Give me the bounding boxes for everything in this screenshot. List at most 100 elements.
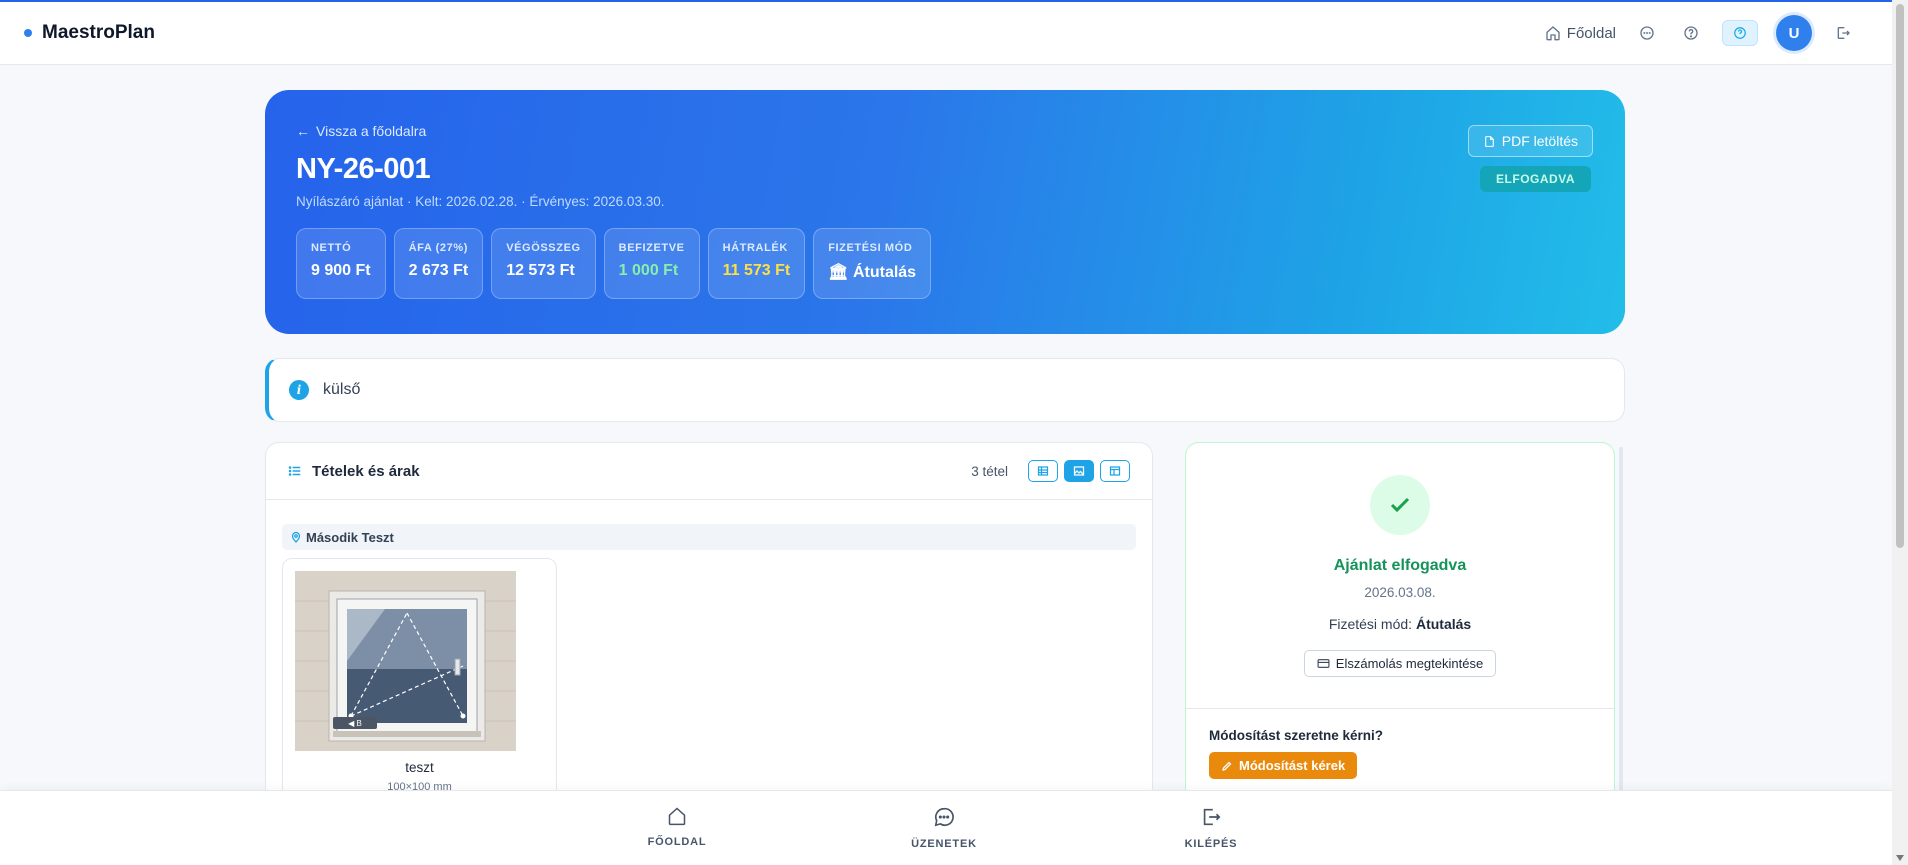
items-title-label: Tételek és árak bbox=[312, 462, 420, 480]
page-scrollbar[interactable] bbox=[1892, 0, 1908, 865]
window-tag: ◀ B bbox=[348, 719, 362, 728]
stat-label: NETTÓ bbox=[311, 242, 352, 254]
bottom-nav-home[interactable]: FŐOLDAL bbox=[617, 806, 737, 848]
items-title: Tételek és árak bbox=[288, 463, 420, 480]
stat-total: VÉGÖSSZEG 12 573 Ft bbox=[491, 228, 596, 299]
stat-balance: HÁTRALÉK 11 573 Ft bbox=[707, 228, 806, 299]
chat-icon bbox=[934, 807, 954, 827]
stat-label: FIZETÉSI MÓD bbox=[828, 242, 913, 254]
nav-home-link[interactable]: Főoldal bbox=[1545, 25, 1616, 42]
stat-value: 🏛 Átutalás bbox=[828, 262, 916, 282]
back-link[interactable]: ← Vissza a főoldalra bbox=[296, 123, 1594, 139]
status-badge: ELFOGADVA bbox=[1480, 166, 1591, 192]
stat-value: 9 900 Ft bbox=[311, 262, 371, 279]
stat-label: BEFIZETVE bbox=[618, 242, 685, 254]
messages-button[interactable] bbox=[1634, 20, 1660, 46]
brand-dot-icon bbox=[24, 29, 32, 37]
pencil-icon bbox=[1222, 761, 1232, 771]
table-icon bbox=[1037, 466, 1049, 476]
view-toggles bbox=[1028, 460, 1130, 482]
items-count: 3 tétel bbox=[971, 463, 1008, 479]
map-pin-icon bbox=[291, 531, 301, 543]
file-pdf-icon bbox=[1484, 135, 1494, 147]
bottom-nav-home-label: FŐOLDAL bbox=[647, 836, 707, 848]
chat-icon bbox=[1640, 26, 1654, 40]
acceptance-summary: Ajánlat elfogadva 2026.03.08. Fizetési m… bbox=[1186, 443, 1614, 709]
product-card[interactable]: ◀ B teszt 100×100 mm bbox=[282, 558, 557, 801]
brand-name: MaestroPlan bbox=[42, 22, 155, 43]
stat-payment-method: FIZETÉSI MÓD 🏛 Átutalás bbox=[813, 228, 932, 299]
stat-vat: ÁFA (27%) 2 673 Ft bbox=[393, 228, 484, 299]
bank-icon: 🏛 bbox=[828, 264, 849, 281]
stat-label: VÉGÖSSZEG bbox=[506, 242, 581, 254]
items-card: Tételek és árak 3 tétel Második Teszt ◀ … bbox=[265, 442, 1153, 802]
stat-value: 1 000 Ft bbox=[618, 262, 679, 279]
bottom-nav-logout-label: KILÉPÉS bbox=[1184, 838, 1238, 850]
notice-card: i külső bbox=[265, 358, 1625, 422]
logout-button[interactable] bbox=[1830, 20, 1856, 46]
brand-logo[interactable]: MaestroPlan bbox=[24, 22, 155, 44]
top-navbar: MaestroPlan Főoldal U bbox=[0, 2, 1892, 65]
request-modification-button[interactable]: Módosítást kérek bbox=[1209, 752, 1358, 779]
request-modification-label: Módosítást kérek bbox=[1239, 758, 1346, 773]
stat-net: NETTÓ 9 900 Ft bbox=[296, 228, 386, 299]
offer-hero-banner: ← Vissza a főoldalra NY-26-001 Nyílászár… bbox=[265, 90, 1625, 334]
layout-view-button[interactable] bbox=[1100, 460, 1130, 482]
bottom-navigation: FŐOLDAL ÜZENETEK KILÉPÉS bbox=[0, 790, 1892, 865]
check-icon bbox=[1370, 475, 1430, 535]
table-view-button[interactable] bbox=[1028, 460, 1058, 482]
layout-icon bbox=[1109, 466, 1121, 476]
image-icon bbox=[1073, 466, 1085, 476]
guide-toggle-button[interactable] bbox=[1722, 20, 1758, 46]
bottom-nav-messages[interactable]: ÜZENETEK bbox=[884, 806, 1004, 850]
modification-section: Módosítást szeretne kérni? Módosítást ké… bbox=[1186, 709, 1614, 798]
window-drawing: ◀ B bbox=[295, 571, 516, 751]
home-icon bbox=[1546, 26, 1560, 41]
notice-text: külső bbox=[323, 381, 361, 398]
scrollbar-thumb[interactable] bbox=[1896, 4, 1904, 548]
offer-title: NY-26-001 bbox=[296, 153, 431, 185]
scroll-down-arrow-icon[interactable] bbox=[1896, 855, 1904, 861]
pdf-download-label: PDF letöltés bbox=[1501, 133, 1578, 149]
settlement-label: Elszámolás megtekintése bbox=[1335, 656, 1484, 671]
bottom-nav-logout[interactable]: KILÉPÉS bbox=[1151, 806, 1271, 850]
stat-label: HÁTRALÉK bbox=[722, 242, 788, 254]
gallery-view-button[interactable] bbox=[1064, 460, 1094, 482]
location-group-header: Második Teszt bbox=[282, 524, 1136, 550]
logout-icon bbox=[1203, 808, 1221, 826]
acceptance-card: Ajánlat elfogadva 2026.03.08. Fizetési m… bbox=[1185, 442, 1615, 802]
info-icon: i bbox=[289, 380, 309, 400]
stat-paid: BEFIZETVE 1 000 Ft bbox=[603, 228, 700, 299]
stat-label: ÁFA (27%) bbox=[408, 242, 468, 254]
credit-card-icon bbox=[1317, 659, 1330, 668]
pdf-download-button[interactable]: PDF letöltés bbox=[1467, 125, 1593, 157]
acceptance-date: 2026.03.08. bbox=[1364, 585, 1436, 600]
location-name: Második Teszt bbox=[306, 529, 394, 545]
acceptance-title: Ajánlat elfogadva bbox=[1333, 557, 1467, 574]
payment-label: Fizetési mód: bbox=[1328, 616, 1413, 632]
logout-icon bbox=[1837, 27, 1850, 39]
settlement-view-button[interactable]: Elszámolás megtekintése bbox=[1303, 650, 1497, 677]
stat-value: 11 573 Ft bbox=[722, 262, 791, 279]
top-actions: Főoldal U bbox=[1545, 15, 1868, 51]
list-icon bbox=[288, 466, 301, 476]
home-icon bbox=[668, 807, 686, 826]
user-avatar[interactable]: U bbox=[1776, 15, 1812, 51]
arrow-left-icon: ← bbox=[296, 123, 310, 139]
help-icon bbox=[1684, 26, 1698, 40]
panel-scrollbar[interactable] bbox=[1619, 447, 1623, 802]
items-header: Tételek és árak 3 tétel bbox=[266, 443, 1152, 500]
payment-method-value: Átutalás bbox=[852, 264, 917, 281]
nav-home-label: Főoldal bbox=[1566, 24, 1616, 42]
help-button[interactable] bbox=[1678, 20, 1704, 46]
payment-value: Átutalás bbox=[1415, 616, 1472, 632]
help-circle-icon bbox=[1734, 27, 1746, 39]
hero-actions: PDF letöltés ELFOGADVA bbox=[1467, 125, 1593, 192]
back-link-label: Vissza a főoldalra bbox=[316, 123, 427, 139]
bottom-nav-messages-label: ÜZENETEK bbox=[911, 838, 977, 850]
window-preview-image[interactable]: ◀ B bbox=[295, 571, 516, 751]
offer-stats: NETTÓ 9 900 Ft ÁFA (27%) 2 673 Ft VÉGÖSS… bbox=[296, 228, 1594, 299]
stat-value: 2 673 Ft bbox=[408, 262, 469, 279]
offer-subtitle: Nyílászáró ajánlat · Kelt: 2026.02.28. ·… bbox=[296, 194, 665, 209]
modification-question: Módosítást szeretne kérni? bbox=[1209, 728, 1384, 743]
